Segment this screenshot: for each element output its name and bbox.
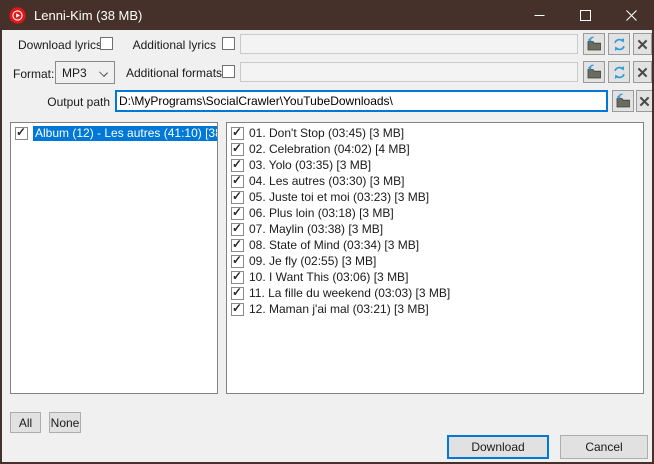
select-none-button[interactable]: None	[49, 412, 81, 433]
track-list-item[interactable]: 12. Maman j'ai mal (03:21) [3 MB]	[227, 301, 643, 317]
additional-lyrics-label: Additional lyrics	[130, 38, 216, 52]
track-checkbox[interactable]	[231, 239, 244, 252]
track-label[interactable]: 01. Don't Stop (03:45) [3 MB]	[249, 126, 404, 141]
additional-formats-label: Additional formats	[126, 66, 216, 80]
album-list[interactable]: Album (12) - Les autres (41:10) [38 MB]	[10, 122, 218, 394]
track-checkbox[interactable]	[231, 303, 244, 316]
clear-lyrics-button[interactable]	[633, 33, 652, 55]
close-button[interactable]	[608, 0, 654, 30]
track-checkbox[interactable]	[231, 207, 244, 220]
open-folder-icon	[586, 36, 602, 52]
track-checkbox[interactable]	[231, 175, 244, 188]
track-list-item[interactable]: 08. State of Mind (03:34) [3 MB]	[227, 237, 643, 253]
title-bar: Lenni-Kim (38 MB)	[0, 0, 654, 30]
open-folder-icon	[615, 93, 631, 109]
format-value: MP3	[62, 66, 87, 80]
track-list-item[interactable]: 10. I Want This (03:06) [3 MB]	[227, 269, 643, 285]
app-window: Lenni-Kim (38 MB) Download lyrics Additi…	[0, 0, 654, 464]
format-label: Format:	[13, 67, 54, 81]
track-list-item[interactable]: 02. Celebration (04:02) [4 MB]	[227, 141, 643, 157]
track-label[interactable]: 11. La fille du weekend (03:03) [3 MB]	[249, 286, 450, 301]
track-checkbox[interactable]	[231, 191, 244, 204]
play-circle-icon	[9, 7, 26, 24]
track-label[interactable]: 05. Juste toi et moi (03:23) [3 MB]	[249, 190, 429, 205]
select-all-button[interactable]: All	[10, 412, 41, 433]
minimize-button[interactable]	[516, 0, 562, 30]
clear-x-icon	[637, 39, 648, 50]
track-checkbox[interactable]	[231, 127, 244, 140]
close-icon	[626, 10, 637, 21]
track-list-item[interactable]: 11. La fille du weekend (03:03) [3 MB]	[227, 285, 643, 301]
additional-formats-checkbox[interactable]	[222, 65, 235, 78]
maximize-button[interactable]	[562, 0, 608, 30]
output-path-input[interactable]	[115, 90, 608, 112]
track-checkbox[interactable]	[231, 159, 244, 172]
chevron-down-icon	[99, 68, 108, 77]
track-checkbox[interactable]	[231, 143, 244, 156]
clear-formats-button[interactable]	[633, 61, 652, 83]
track-label[interactable]: 07. Maylin (03:38) [3 MB]	[249, 222, 383, 237]
refresh-icon	[612, 65, 627, 80]
track-list-item[interactable]: 04. Les autres (03:30) [3 MB]	[227, 173, 643, 189]
track-list-item[interactable]: 03. Yolo (03:35) [3 MB]	[227, 157, 643, 173]
refresh-lyrics-button[interactable]	[608, 33, 630, 55]
track-label[interactable]: 03. Yolo (03:35) [3 MB]	[249, 158, 371, 173]
browse-lyrics-button[interactable]	[583, 33, 605, 55]
track-checkbox[interactable]	[231, 271, 244, 284]
album-checkbox[interactable]	[15, 127, 28, 140]
format-select[interactable]: MP3	[55, 61, 115, 84]
track-list-item[interactable]: 09. Je fly (02:55) [3 MB]	[227, 253, 643, 269]
download-lyrics-label: Download lyrics	[18, 38, 102, 52]
download-button[interactable]: Download	[447, 435, 549, 459]
cancel-button[interactable]: Cancel	[560, 435, 648, 459]
track-label[interactable]: 09. Je fly (02:55) [3 MB]	[249, 254, 376, 269]
track-list-item[interactable]: 05. Juste toi et moi (03:23) [3 MB]	[227, 189, 643, 205]
track-label[interactable]: 10. I Want This (03:06) [3 MB]	[249, 270, 408, 285]
track-list-item[interactable]: 07. Maylin (03:38) [3 MB]	[227, 221, 643, 237]
window-title: Lenni-Kim (38 MB)	[34, 8, 516, 23]
track-label[interactable]: 02. Celebration (04:02) [4 MB]	[249, 142, 410, 157]
track-label[interactable]: 08. State of Mind (03:34) [3 MB]	[249, 238, 419, 253]
clear-output-button[interactable]	[636, 90, 653, 112]
browse-output-button[interactable]	[612, 90, 634, 112]
album-list-item[interactable]: Album (12) - Les autres (41:10) [38 MB]	[11, 125, 217, 141]
additional-formats-input	[240, 62, 578, 82]
album-label[interactable]: Album (12) - Les autres (41:10) [38 MB]	[33, 126, 218, 141]
track-list-item[interactable]: 01. Don't Stop (03:45) [3 MB]	[227, 125, 643, 141]
additional-lyrics-input	[240, 34, 578, 54]
browse-formats-button[interactable]	[583, 61, 605, 83]
clear-x-icon	[637, 67, 648, 78]
track-label[interactable]: 06. Plus loin (03:18) [3 MB]	[249, 206, 394, 221]
additional-lyrics-checkbox[interactable]	[222, 37, 235, 50]
track-label[interactable]: 12. Maman j'ai mal (03:21) [3 MB]	[249, 302, 429, 317]
refresh-formats-button[interactable]	[608, 61, 630, 83]
track-label[interactable]: 04. Les autres (03:30) [3 MB]	[249, 174, 404, 189]
track-checkbox[interactable]	[231, 223, 244, 236]
output-path-label: Output path	[40, 95, 110, 109]
minimize-icon	[534, 10, 545, 21]
track-checkbox[interactable]	[231, 287, 244, 300]
track-list[interactable]: 01. Don't Stop (03:45) [3 MB] 02. Celebr…	[226, 122, 644, 394]
maximize-icon	[580, 10, 591, 21]
track-checkbox[interactable]	[231, 255, 244, 268]
track-list-item[interactable]: 06. Plus loin (03:18) [3 MB]	[227, 205, 643, 221]
open-folder-icon	[586, 64, 602, 80]
refresh-icon	[612, 37, 627, 52]
download-lyrics-checkbox[interactable]	[100, 37, 113, 50]
clear-x-icon	[639, 96, 650, 107]
